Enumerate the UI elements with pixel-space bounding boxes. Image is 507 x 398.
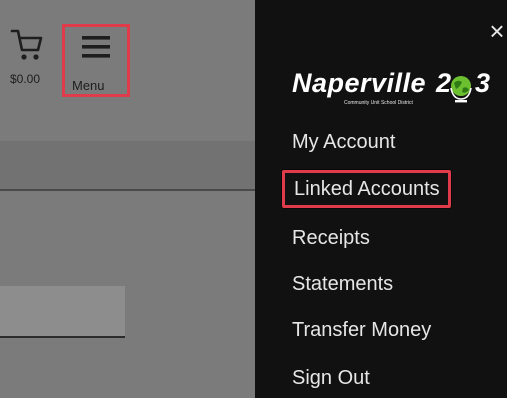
- nav-linked-accounts[interactable]: Linked Accounts: [282, 170, 451, 208]
- menu-button[interactable]: Menu: [62, 24, 130, 97]
- logo-name: Naperville: [292, 68, 427, 98]
- nav-receipts[interactable]: Receipts: [292, 228, 370, 248]
- page-backdrop[interactable]: $0.00 Menu: [0, 0, 255, 398]
- nav-drawer: × Naperville 23 Community Unit School Di…: [255, 0, 507, 398]
- nav-statements[interactable]: Statements: [292, 274, 393, 294]
- close-icon[interactable]: ×: [487, 18, 507, 44]
- cart-button[interactable]: $0.00: [10, 28, 56, 94]
- cart-amount: $0.00: [10, 72, 41, 86]
- cart-icon: [10, 29, 43, 60]
- nav-transfer-money[interactable]: Transfer Money: [292, 320, 431, 340]
- district-logo[interactable]: Naperville 23 Community Unit School Dist…: [292, 68, 504, 118]
- page: $0.00 Menu × Naperville 23 Community Uni…: [0, 0, 507, 398]
- page-band: [0, 141, 255, 191]
- hamburger-icon: [82, 36, 110, 58]
- globe-icon: [450, 76, 472, 103]
- page-input[interactable]: [0, 286, 125, 338]
- nav-my-account[interactable]: My Account: [292, 132, 395, 152]
- logo-subtitle: Community Unit School District: [344, 100, 413, 106]
- nav-sign-out[interactable]: Sign Out: [292, 368, 370, 388]
- menu-label: Menu: [72, 78, 105, 93]
